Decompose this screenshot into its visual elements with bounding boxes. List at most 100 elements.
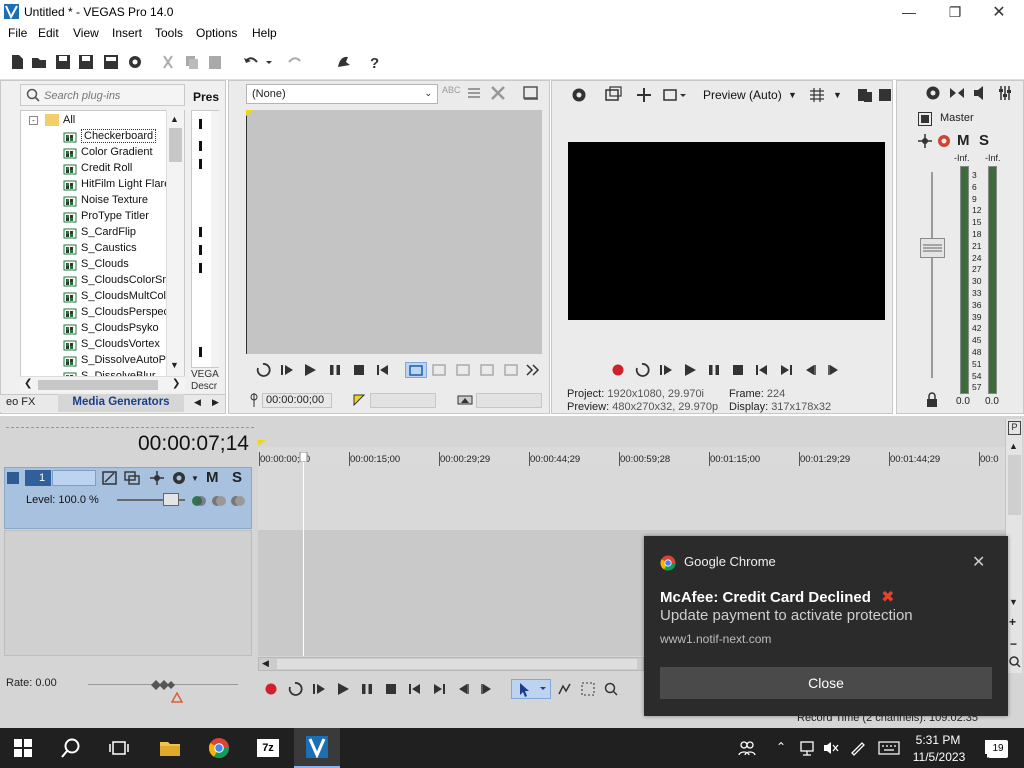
plugin-item[interactable]: S_CloudsVortex <box>21 337 171 353</box>
timeline-go-to-end-icon[interactable] <box>431 681 447 697</box>
split-screen-icon[interactable] <box>635 86 653 104</box>
undo-icon[interactable] <box>242 53 260 71</box>
close-button[interactable]: ✕ <box>976 0 1022 24</box>
tab-video-fx[interactable]: eo FX <box>6 396 35 408</box>
track-compositing-icon[interactable] <box>148 470 166 486</box>
previous-frame-icon[interactable] <box>802 362 818 378</box>
save-as-icon[interactable] <box>77 53 95 71</box>
render-icon[interactable] <box>102 53 120 71</box>
master-settings-gear-icon[interactable] <box>924 84 942 102</box>
add-after-icon[interactable] <box>479 362 495 378</box>
tree-vertical-scrollbar[interactable]: ▲ ▼ <box>166 110 184 376</box>
go-to-start-icon[interactable] <box>375 362 391 378</box>
track-motion-icon[interactable] <box>101 470 119 486</box>
plugin-item[interactable]: ProType Titler <box>21 209 171 225</box>
menu-file[interactable]: File <box>8 26 27 40</box>
network-icon[interactable] <box>798 740 816 756</box>
plugin-item[interactable]: S_CardFlip <box>21 225 171 241</box>
master-gear-icon[interactable] <box>936 133 952 149</box>
quality-chevron-down-icon[interactable]: ▼ <box>788 90 797 100</box>
plugin-item[interactable]: Color Gradient <box>21 145 171 161</box>
clock-time[interactable]: 5:31 PM <box>913 733 963 747</box>
plugin-item[interactable]: S_CloudsPsyko <box>21 321 171 337</box>
trimmer-list-icon[interactable] <box>466 85 482 101</box>
clock-date[interactable]: 11/5/2023 <box>908 750 970 764</box>
plugin-item[interactable]: S_CloudsColorSmooth <box>21 273 184 289</box>
menu-view[interactable]: View <box>73 26 99 40</box>
plugin-item[interactable]: Credit Roll <box>21 161 171 177</box>
timeline-play-from-start-icon[interactable] <box>311 681 327 697</box>
zoom-edit-tool-icon[interactable] <box>603 681 619 697</box>
menu-tools[interactable]: Tools <box>155 26 183 40</box>
menu-edit[interactable]: Edit <box>38 26 59 40</box>
timeline-go-to-start-icon[interactable] <box>407 681 423 697</box>
trimmer-mode-icon[interactable] <box>405 362 427 378</box>
spellcheck-icon[interactable]: ABC <box>442 85 461 101</box>
show-hidden-icons-icon[interactable]: ⌃ <box>776 740 790 754</box>
play-from-start-icon[interactable] <box>279 362 295 378</box>
clear-trimmer-icon[interactable] <box>489 84 507 102</box>
notification-close-button[interactable]: Close <box>660 667 992 699</box>
zoom-out-icon[interactable]: − <box>1010 637 1017 651</box>
add-before-icon[interactable] <box>455 362 471 378</box>
file-explorer-icon[interactable] <box>147 728 193 768</box>
preview-play-from-start-icon[interactable] <box>658 362 674 378</box>
save-snapshot-icon[interactable] <box>878 86 892 104</box>
menu-help[interactable]: Help <box>252 26 277 40</box>
tab-media-generators[interactable]: Media Generators <box>58 394 184 412</box>
scroll-down-arrow-icon[interactable]: ▼ <box>170 360 179 370</box>
redo-icon[interactable] <box>286 53 304 71</box>
track-expand-icon[interactable] <box>7 472 19 484</box>
next-frame-icon[interactable] <box>826 362 842 378</box>
tabs-right-arrow-icon[interactable]: ▶ <box>212 397 219 408</box>
in-point-icon[interactable] <box>353 394 365 406</box>
track-gear-icon[interactable] <box>171 470 189 486</box>
enable-snapping-icon[interactable] <box>334 53 352 71</box>
trimmer-options-icon[interactable] <box>522 84 540 102</box>
timeline-scroll-thumb[interactable] <box>277 659 637 669</box>
pause-icon[interactable] <box>327 362 343 378</box>
marker-toggle-icon[interactable]: P <box>1008 421 1021 435</box>
properties-gear-icon[interactable] <box>126 53 144 71</box>
speaker-icon[interactable] <box>972 84 990 102</box>
copy-icon[interactable] <box>183 53 201 71</box>
scroll-right-arrow-icon[interactable]: ❯ <box>172 378 180 389</box>
tree-root[interactable]: - All <box>21 113 171 129</box>
overlays-chevron-down-icon[interactable]: ▼ <box>833 90 842 100</box>
cut-icon[interactable] <box>159 53 177 71</box>
menu-options[interactable]: Options <box>196 26 237 40</box>
normal-edit-tool[interactable] <box>511 679 551 699</box>
preview-stop-icon[interactable] <box>730 362 746 378</box>
undo-dropdown-icon[interactable] <box>264 53 274 71</box>
play-icon[interactable] <box>302 362 318 378</box>
out-point-icon[interactable] <box>457 394 473 406</box>
zoom-tool-icon[interactable] <box>1008 655 1021 669</box>
mixer-icon[interactable] <box>996 84 1014 102</box>
master-mute-button[interactable]: M <box>957 132 970 149</box>
fit-icon[interactable] <box>503 362 519 378</box>
scroll-up-arrow-icon[interactable]: ▲ <box>170 114 179 124</box>
timeline-loop-icon[interactable] <box>287 681 303 697</box>
zoom-in-icon[interactable]: + <box>1009 615 1016 629</box>
add-to-timeline-icon[interactable] <box>431 362 447 378</box>
master-fader[interactable] <box>920 238 945 258</box>
vscroll-thumb[interactable] <box>1008 455 1021 515</box>
timeline-horizontal-scrollbar[interactable]: ◀ <box>258 657 644 671</box>
collapse-icon[interactable]: - <box>29 116 38 125</box>
vegas-taskbar-icon[interactable] <box>294 728 340 768</box>
timeline-previous-frame-icon[interactable] <box>455 681 471 697</box>
plugin-item[interactable]: S_Caustics <box>21 241 171 257</box>
preview-pause-icon[interactable] <box>706 362 722 378</box>
hscroll-thumb[interactable] <box>38 380 158 390</box>
timeline-stop-icon[interactable] <box>383 681 399 697</box>
track-mute-button[interactable]: M <box>206 469 219 486</box>
master-fx-icon[interactable] <box>916 133 934 149</box>
search-taskbar-icon[interactable] <box>48 728 94 768</box>
plugin-item[interactable]: S_Clouds <box>21 257 171 273</box>
plugin-item[interactable]: Noise Texture <box>21 193 171 209</box>
track-gear-chevron-icon[interactable]: ▼ <box>191 474 199 483</box>
preview-go-to-start-icon[interactable] <box>754 362 770 378</box>
preview-settings-gear-icon[interactable] <box>570 86 588 104</box>
scroll-thumb[interactable] <box>169 128 182 162</box>
track-fx-icon[interactable] <box>123 470 141 486</box>
